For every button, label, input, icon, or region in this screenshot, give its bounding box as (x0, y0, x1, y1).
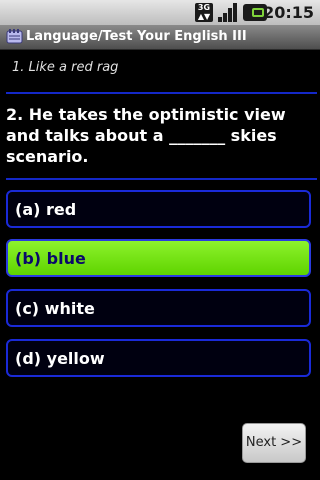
app-title: Language/Test Your English III (26, 29, 247, 44)
option-a[interactable]: (a) red (6, 190, 311, 228)
question-text: 2. He takes the optimistic view and talk… (6, 105, 286, 166)
option-d-label: (d) yellow (15, 349, 105, 368)
previous-clue: 1. Like a red rag (12, 60, 119, 75)
option-b-label: (b) blue (15, 249, 86, 268)
signal-strength-icon (218, 3, 238, 22)
notebook-icon (6, 29, 23, 44)
clock: 20:15 (263, 3, 314, 22)
option-c[interactable]: (c) white (6, 289, 311, 327)
screen: 3G ▲▼ 20:15 Language/Test Your English II… (0, 0, 320, 480)
next-button[interactable]: Next >> (242, 423, 306, 463)
option-a-label: (a) red (15, 200, 77, 219)
network-3g-icon: 3G ▲▼ (195, 3, 213, 22)
divider-top (6, 92, 317, 94)
status-bar: 3G ▲▼ 20:15 (0, 0, 320, 25)
option-d[interactable]: (d) yellow (6, 339, 311, 377)
title-bar: Language/Test Your English III (0, 25, 320, 50)
divider-bottom (6, 178, 317, 180)
option-b[interactable]: (b) blue (6, 239, 311, 277)
network-label: 3G (197, 3, 211, 12)
option-c-label: (c) white (15, 299, 95, 318)
